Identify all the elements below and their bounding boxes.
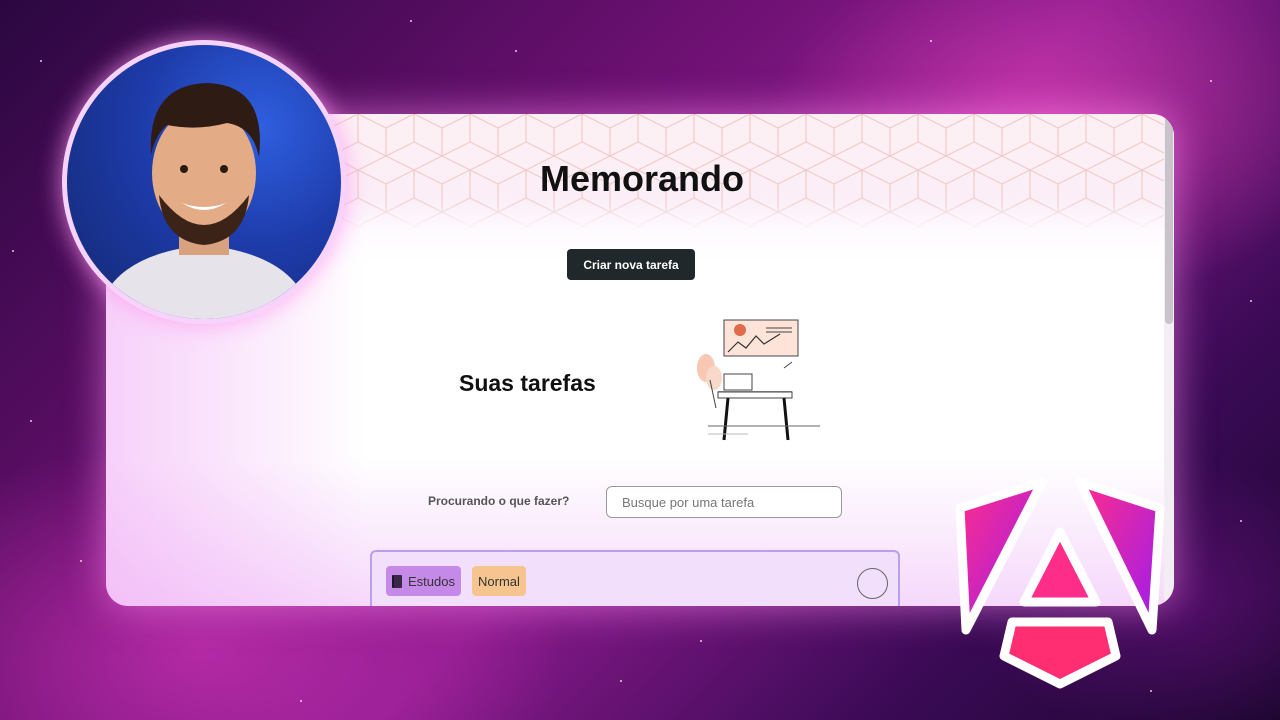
avatar bbox=[62, 40, 346, 324]
book-icon bbox=[392, 574, 402, 588]
priority-tag[interactable]: Normal bbox=[472, 566, 526, 596]
create-task-button[interactable]: Criar nova tarefa bbox=[567, 249, 695, 280]
desk-illustration bbox=[688, 316, 828, 450]
angular-logo bbox=[950, 470, 1170, 698]
scrollbar-thumb[interactable] bbox=[1165, 114, 1173, 324]
category-tag[interactable]: Estudos bbox=[386, 566, 461, 596]
category-label: Estudos bbox=[408, 573, 455, 589]
section-title: Suas tarefas bbox=[459, 370, 596, 396]
priority-label: Normal bbox=[478, 573, 520, 589]
search-input[interactable] bbox=[606, 486, 842, 518]
complete-task-toggle[interactable] bbox=[857, 568, 888, 599]
search-label: Procurando o que fazer? bbox=[428, 494, 570, 508]
task-card[interactable]: Estudos Normal bbox=[370, 550, 900, 606]
